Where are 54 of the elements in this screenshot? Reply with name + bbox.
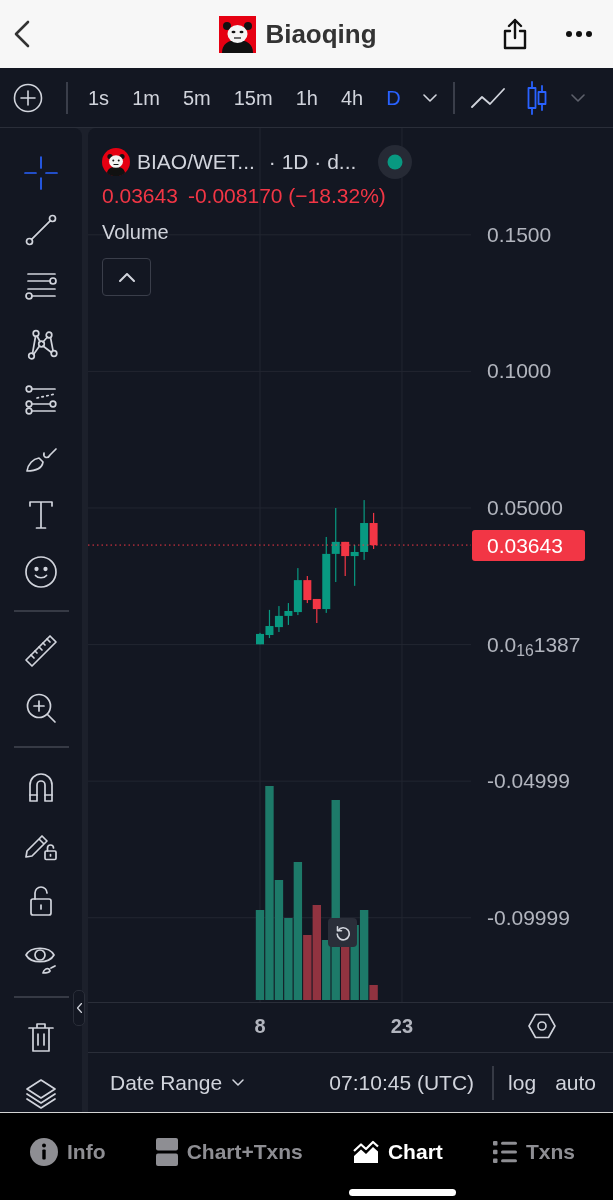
- refresh-icon[interactable]: [334, 924, 351, 941]
- nav-tab[interactable]: Txns: [492, 1137, 575, 1167]
- interval-tab[interactable]: 5m: [182, 83, 211, 112]
- settings-icon[interactable]: [528, 1013, 556, 1039]
- interval-tab[interactable]: 15m: [233, 83, 273, 112]
- list-icon: [492, 1141, 517, 1163]
- price-value: 0.03643: [102, 183, 178, 210]
- split-view-icon: [155, 1138, 178, 1166]
- ohlc-chart-icon[interactable]: [526, 80, 547, 115]
- page-title: Biaoqing: [265, 18, 377, 50]
- reset-button[interactable]: [328, 918, 357, 947]
- line-chart-icon[interactable]: [470, 86, 505, 109]
- share-icon[interactable]: [502, 18, 528, 50]
- date-range-button[interactable]: Date Range: [110, 1068, 245, 1097]
- collapse-button[interactable]: [102, 258, 151, 296]
- info-icon: [30, 1138, 58, 1166]
- interval-tab[interactable]: 4h: [340, 83, 364, 112]
- price-label: -0.04999: [487, 768, 570, 795]
- candlestick: [274, 606, 283, 632]
- clock-label[interactable]: 07:10:45 (UTC): [329, 1066, 475, 1099]
- nav-tab[interactable]: Info: [30, 1137, 106, 1167]
- area-chart-icon: [352, 1140, 379, 1164]
- collapse-handle[interactable]: [73, 990, 85, 1026]
- time-label: 23: [390, 1014, 414, 1039]
- interval-tab[interactable]: 1h: [295, 83, 318, 112]
- last-price-label: 0.03643: [472, 530, 585, 562]
- price-label: 0.05000: [487, 495, 563, 521]
- chevron-left-icon[interactable]: [76, 1003, 82, 1013]
- candlestick: [350, 544, 359, 586]
- price-label: 0.1500: [487, 221, 552, 248]
- panda-logo-icon: [102, 148, 130, 176]
- more-icon[interactable]: [566, 31, 592, 37]
- add-icon[interactable]: [13, 82, 43, 113]
- time-label: 8: [254, 1014, 266, 1039]
- interval-label: · 1D · d...: [268, 149, 357, 176]
- chevron-up-icon[interactable]: [118, 272, 135, 282]
- price-label: -0.09999: [487, 904, 570, 931]
- scale-option[interactable]: log: [508, 1066, 537, 1099]
- interval-tab[interactable]: 1m: [132, 83, 160, 112]
- interval-tab[interactable]: 1s: [88, 83, 110, 112]
- price-change: -0.008170 (−18.32%): [187, 183, 386, 210]
- price-label: 0.1000: [487, 358, 552, 385]
- panda-logo-icon: [219, 15, 257, 53]
- crosshair-icon[interactable]: [23, 154, 59, 191]
- interval-tab[interactable]: D: [386, 83, 401, 112]
- smiley-icon[interactable]: [23, 553, 59, 590]
- back-icon[interactable]: [14, 20, 30, 48]
- price-label: 0.0$_{16}$1387: [487, 631, 581, 658]
- scale-option[interactable]: auto: [555, 1066, 596, 1099]
- symbol-label: BIAO/WET...: [137, 149, 255, 176]
- nav-tab[interactable]: Chart: [352, 1137, 443, 1167]
- indicator-label: Volume: [102, 220, 170, 245]
- nav-tab[interactable]: Chart+Txns: [155, 1137, 303, 1167]
- ruler-icon[interactable]: [23, 632, 59, 669]
